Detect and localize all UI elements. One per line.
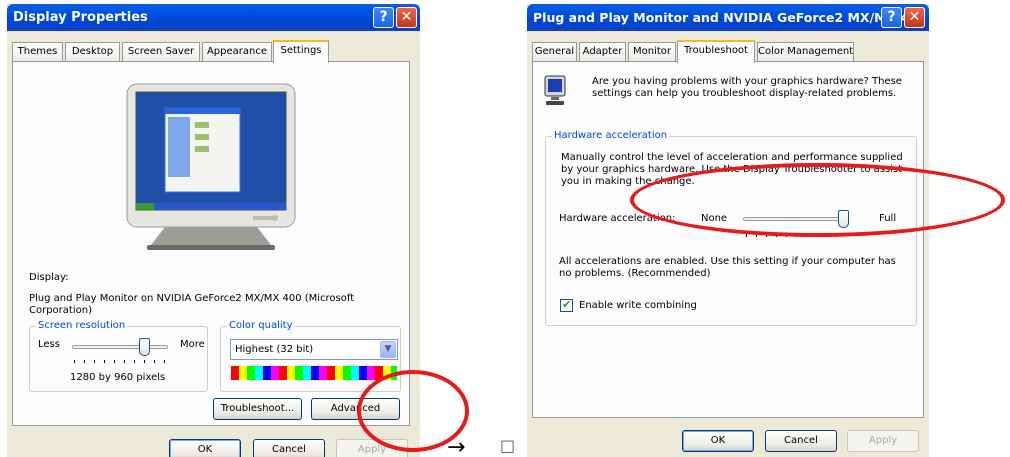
color-quality-select[interactable]: Highest (32 bit) ▼ xyxy=(230,339,398,360)
acceleration-none-label: None xyxy=(701,213,728,224)
resolution-slider-ticks xyxy=(74,360,166,363)
resolution-value: 1280 by 960 pixels xyxy=(70,372,166,383)
window-title: Plug and Play Monitor and NVIDIA GeForce… xyxy=(533,10,924,25)
resolution-slider-thumb[interactable] xyxy=(139,338,150,356)
troubleshoot-button[interactable]: Troubleshoot... xyxy=(213,398,302,420)
display-properties-dialog: Display Properties ? ✕ Themes Desktop Sc… xyxy=(7,4,420,457)
tab-troubleshoot[interactable]: Troubleshoot xyxy=(677,40,755,63)
color-quality-value: Highest (32 bit) xyxy=(235,344,314,355)
cancel-button[interactable]: Cancel xyxy=(765,430,837,452)
ok-button[interactable]: OK xyxy=(682,430,754,452)
tab-settings[interactable]: Settings xyxy=(273,40,329,63)
hardware-acceleration-group-label: Hardware acceleration xyxy=(552,130,670,141)
tab-appearance[interactable]: Appearance xyxy=(202,42,272,62)
color-quality-label: Color quality xyxy=(227,320,295,331)
color-spectrum-bar xyxy=(231,366,397,380)
tab-adapter[interactable]: Adapter xyxy=(579,42,626,62)
acceleration-slider-track xyxy=(743,217,849,221)
display-label: Display: xyxy=(29,272,69,283)
arrow-right-icon: → xyxy=(447,435,466,457)
color-quality-group: Color quality Highest (32 bit) ▼ xyxy=(220,320,401,392)
display-value: Plug and Play Monitor on NVIDIA GeForce2… xyxy=(29,293,355,316)
acceleration-slider-thumb[interactable] xyxy=(838,210,849,228)
advanced-button[interactable]: Advanced xyxy=(311,398,400,420)
title-bar: Display Properties ? ✕ xyxy=(7,4,420,31)
write-combining-label: Enable write combining xyxy=(579,300,697,311)
screen-resolution-label: Screen resolution xyxy=(36,320,128,331)
cancel-button[interactable]: Cancel xyxy=(253,439,325,457)
tab-themes[interactable]: Themes xyxy=(12,42,63,62)
write-combining-checkbox[interactable]: ✔ xyxy=(560,298,573,312)
tab-color-management[interactable]: Color Management xyxy=(757,42,854,62)
help-button[interactable]: ? xyxy=(373,7,394,28)
close-button[interactable]: ✕ xyxy=(904,7,925,28)
acceleration-full-label: Full xyxy=(879,213,897,224)
acceleration-status: All accelerations are enabled. Use this … xyxy=(559,256,896,279)
hardware-acceleration-group: Hardware acceleration Manually control t… xyxy=(545,130,917,326)
resolution-slider-track xyxy=(72,345,168,349)
ok-button[interactable]: OK xyxy=(169,439,241,457)
tab-desktop[interactable]: Desktop xyxy=(65,42,120,62)
resolution-more-label: More xyxy=(180,339,205,350)
monitor-preview xyxy=(126,83,296,250)
tab-general[interactable]: General xyxy=(532,42,577,62)
monitor-icon xyxy=(544,75,566,105)
acceleration-slider-label: Hardware acceleration: xyxy=(559,213,676,224)
checkmark-icon: ✔ xyxy=(562,298,572,311)
window-title: Display Properties xyxy=(13,10,148,25)
empty-box-icon: □ xyxy=(500,436,516,455)
title-bar: Plug and Play Monitor and NVIDIA GeForce… xyxy=(527,4,929,31)
acceleration-description: Manually control the level of accelerati… xyxy=(561,152,903,187)
troubleshoot-panel: Are you having problems with your graphi… xyxy=(532,61,924,418)
intro-text: Are you having problems with your graphi… xyxy=(592,76,902,99)
help-button[interactable]: ? xyxy=(881,7,902,28)
monitor-adapter-properties-dialog: Plug and Play Monitor and NVIDIA GeForce… xyxy=(527,4,929,457)
tab-monitor[interactable]: Monitor xyxy=(628,42,676,62)
settings-panel: Display: Plug and Play Monitor on NVIDIA… xyxy=(12,61,410,426)
chevron-down-icon[interactable]: ▼ xyxy=(380,341,396,358)
close-button[interactable]: ✕ xyxy=(396,7,417,28)
resolution-less-label: Less xyxy=(38,339,60,350)
screen-resolution-group: Screen resolution Less More 1280 by 960 … xyxy=(29,320,208,392)
tab-screen-saver[interactable]: Screen Saver xyxy=(122,42,200,62)
apply-button: Apply xyxy=(336,439,408,457)
apply-button: Apply xyxy=(847,430,919,452)
acceleration-slider-ticks xyxy=(746,234,846,237)
